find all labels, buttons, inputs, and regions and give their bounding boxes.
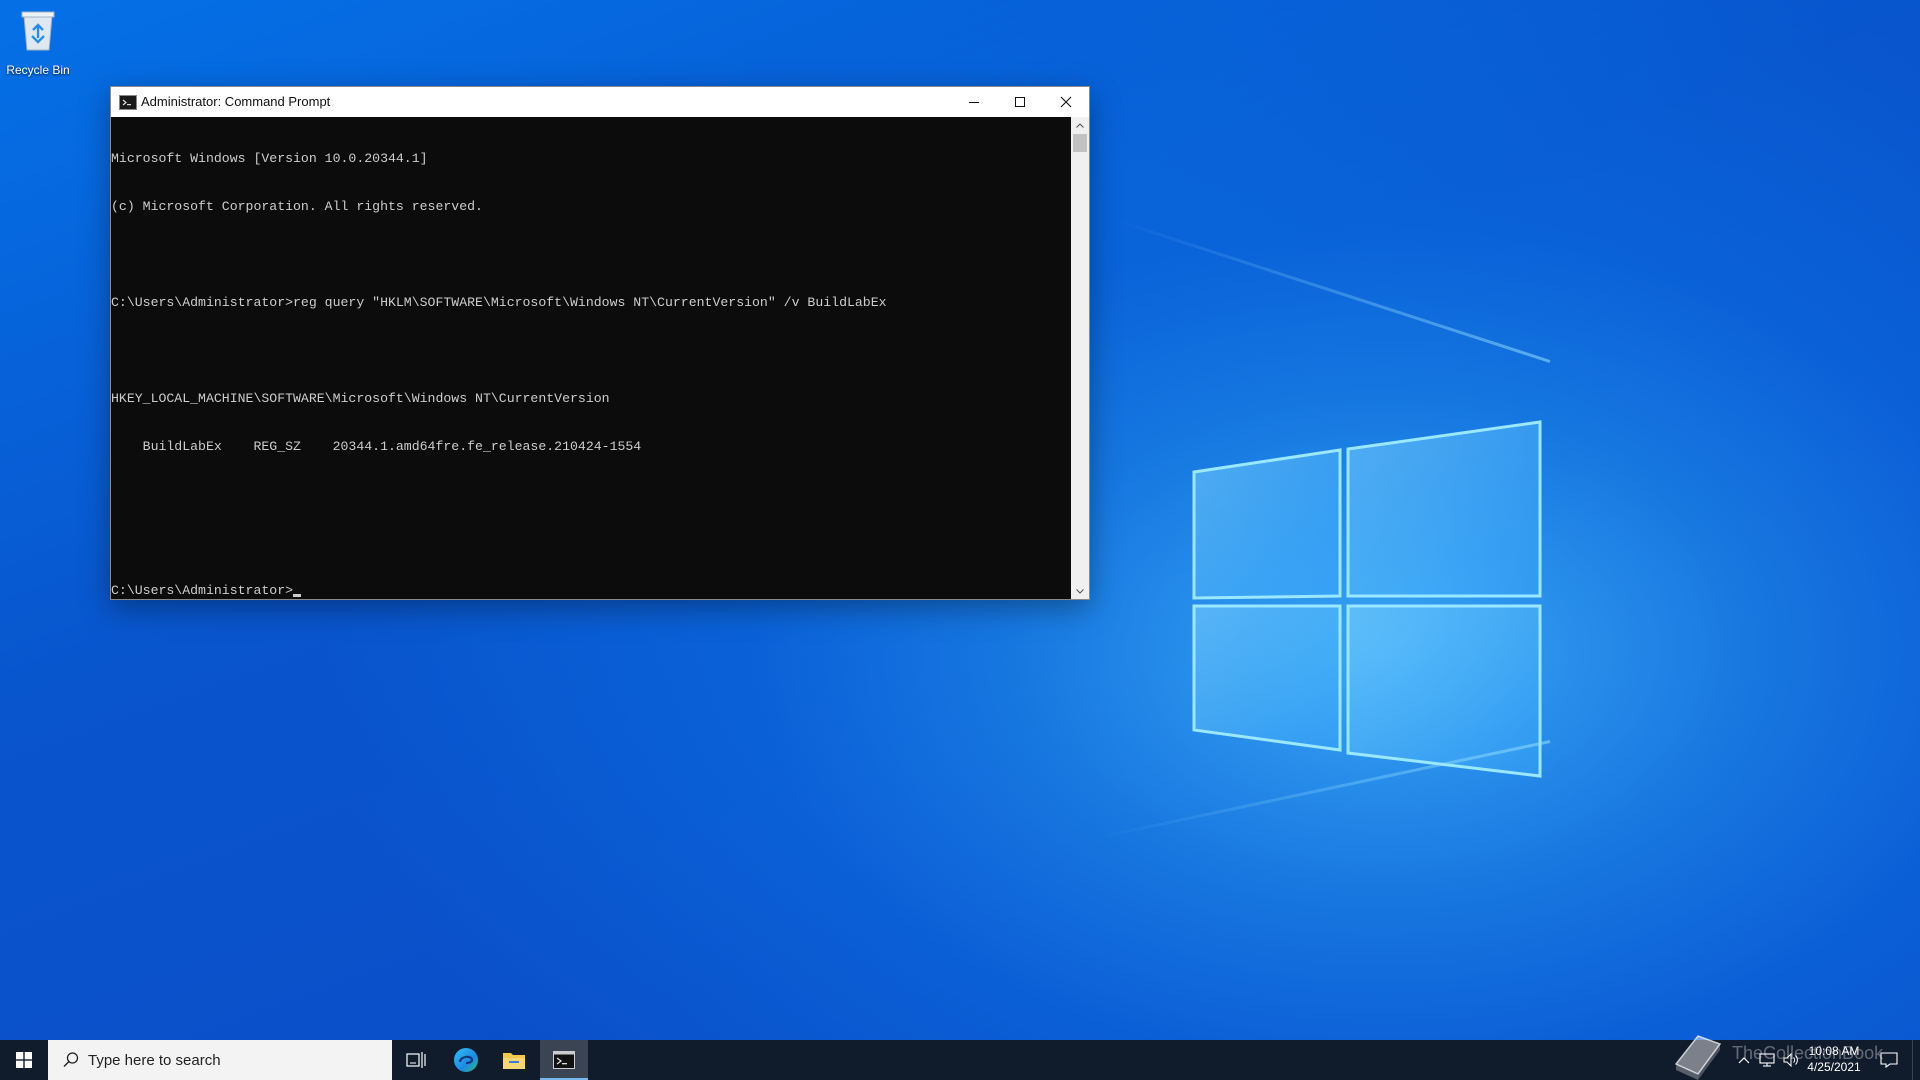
windows-start-icon — [16, 1052, 32, 1068]
chevron-up-icon — [1076, 122, 1084, 128]
window-titlebar[interactable]: Administrator: Command Prompt — [111, 87, 1089, 117]
minimize-icon — [969, 102, 979, 103]
taskbar-search-box[interactable]: Type here to search — [48, 1040, 392, 1080]
scroll-down-button[interactable] — [1071, 583, 1089, 599]
chevron-down-icon — [1076, 588, 1084, 594]
command-prompt-icon — [119, 95, 137, 110]
console-line: BuildLabEx REG_SZ 20344.1.amd64fre.fe_re… — [111, 439, 642, 454]
book-icon — [1674, 1035, 1722, 1080]
command-prompt-icon — [553, 1051, 575, 1069]
recycle-bin-icon — [21, 11, 55, 51]
file-explorer-button[interactable] — [490, 1040, 538, 1080]
maximize-icon — [1015, 97, 1025, 107]
desktop: Recycle Bin Administrator: Command Promp… — [0, 0, 1920, 1080]
console-line: HKEY_LOCAL_MACHINE\SOFTWARE\Microsoft\Wi… — [111, 391, 610, 406]
desktop-icon-recycle-bin[interactable]: Recycle Bin — [4, 6, 72, 77]
vertical-scrollbar[interactable] — [1071, 117, 1089, 599]
show-desktop-button[interactable] — [1912, 1040, 1920, 1080]
maximize-button[interactable] — [997, 87, 1043, 117]
watermark: TheCollectionBook — [1668, 1030, 1908, 1080]
search-icon — [63, 1052, 79, 1067]
watermark-text: TheCollectionBook — [1732, 1043, 1884, 1063]
edge-browser-icon — [454, 1048, 478, 1072]
text-cursor — [293, 594, 302, 597]
scroll-up-button[interactable] — [1071, 117, 1089, 133]
search-placeholder: Type here to search — [88, 1052, 221, 1069]
console-output[interactable]: Microsoft Windows [Version 10.0.20344.1]… — [111, 117, 1071, 599]
console-prompt-line[interactable]: C:\Users\Administrator> — [111, 583, 1071, 599]
task-view-button[interactable] — [392, 1040, 440, 1080]
console-line: C:\Users\Administrator>reg query "HKLM\S… — [111, 295, 887, 310]
taskbar: Type here to search 10:08 AM 4/25/2021 — [0, 1040, 1920, 1080]
command-prompt-taskbar-button[interactable] — [540, 1040, 588, 1080]
start-button[interactable] — [0, 1040, 48, 1080]
close-icon — [1060, 96, 1072, 108]
command-prompt-window[interactable]: Administrator: Command Prompt Microsoft … — [110, 86, 1090, 600]
desktop-icon-label: Recycle Bin — [6, 63, 70, 77]
folder-icon — [503, 1053, 525, 1069]
window-title: Administrator: Command Prompt — [141, 94, 331, 109]
edge-taskbar-button[interactable] — [442, 1040, 490, 1080]
close-button[interactable] — [1043, 87, 1089, 117]
task-view-icon — [406, 1052, 426, 1068]
light-beam — [1112, 217, 1551, 363]
scrollbar-thumb[interactable] — [1073, 134, 1087, 152]
console-line: Microsoft Windows [Version 10.0.20344.1] — [111, 151, 428, 166]
minimize-button[interactable] — [951, 87, 997, 117]
console-prompt: C:\Users\Administrator> — [111, 583, 294, 598]
console-line: (c) Microsoft Corporation. All rights re… — [111, 199, 483, 214]
windows-wallpaper-logo — [1192, 420, 1542, 778]
